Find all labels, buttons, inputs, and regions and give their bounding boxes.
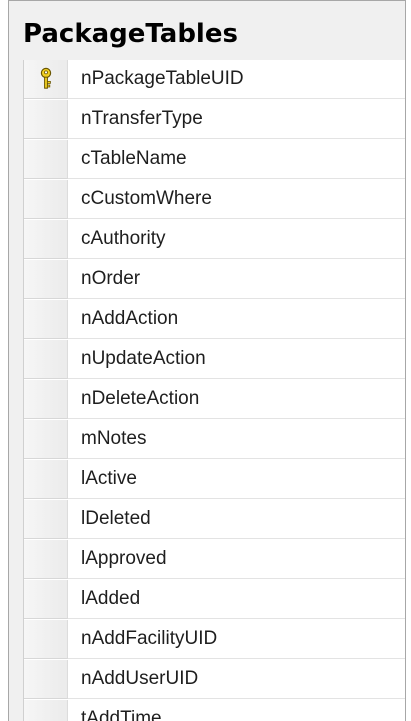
column-name-cell[interactable]: nTransferType <box>68 100 405 139</box>
table-row[interactable]: nOrder <box>24 260 405 300</box>
row-selector[interactable] <box>24 500 68 539</box>
column-name-cell[interactable]: nAddUserUID <box>68 660 405 699</box>
column-name-cell[interactable]: tAddTime <box>68 700 405 721</box>
row-selector[interactable] <box>24 420 68 459</box>
column-name: nAddAction <box>81 308 179 329</box>
column-name: tAddTime <box>81 708 162 721</box>
column-name-cell[interactable]: nAddAction <box>68 300 405 339</box>
row-selector[interactable] <box>24 260 68 299</box>
primary-key-icon <box>40 67 52 89</box>
table-row[interactable]: lAdded <box>24 580 405 620</box>
column-name: nAddFacilityUID <box>81 628 218 649</box>
column-name: nAddUserUID <box>81 668 199 689</box>
column-name: nPackageTableUID <box>81 68 244 89</box>
row-selector[interactable] <box>24 460 68 499</box>
column-name: nDeleteAction <box>81 388 200 409</box>
row-selector[interactable] <box>24 220 68 259</box>
row-selector[interactable] <box>24 60 68 99</box>
column-name: cCustomWhere <box>81 188 212 209</box>
table-row[interactable]: nAddUserUID <box>24 660 405 700</box>
table-row[interactable]: tAddTime <box>24 700 405 721</box>
column-name: lAdded <box>81 588 141 609</box>
column-name-cell[interactable]: lApproved <box>68 540 405 579</box>
table-row[interactable]: mNotes <box>24 420 405 460</box>
table-row[interactable]: nTransferType <box>24 100 405 140</box>
column-name-cell[interactable]: mNotes <box>68 420 405 459</box>
row-selector[interactable] <box>24 300 68 339</box>
column-name: cAuthority <box>81 228 166 249</box>
table-row[interactable]: lActive <box>24 460 405 500</box>
column-list: nPackageTableUID nTransferType cTableNam… <box>23 60 405 721</box>
table-row[interactable]: cCustomWhere <box>24 180 405 220</box>
column-name: mNotes <box>81 428 147 449</box>
row-selector[interactable] <box>24 660 68 699</box>
column-name-cell[interactable]: nOrder <box>68 260 405 299</box>
row-selector[interactable] <box>24 580 68 619</box>
table-row[interactable]: nDeleteAction <box>24 380 405 420</box>
column-name-cell[interactable]: cCustomWhere <box>68 180 405 219</box>
column-name-cell[interactable]: nDeleteAction <box>68 380 405 419</box>
column-name: lApproved <box>81 548 167 569</box>
column-name-cell[interactable]: nUpdateAction <box>68 340 405 379</box>
column-name-cell[interactable]: lDeleted <box>68 500 405 539</box>
row-selector[interactable] <box>24 340 68 379</box>
column-name-cell[interactable]: cTableName <box>68 140 405 179</box>
table-row[interactable]: cAuthority <box>24 220 405 260</box>
table-row[interactable]: nUpdateAction <box>24 340 405 380</box>
row-selector[interactable] <box>24 620 68 659</box>
row-selector[interactable] <box>24 540 68 579</box>
table-row[interactable]: nPackageTableUID <box>24 60 405 100</box>
column-name: cTableName <box>81 148 187 169</box>
table-designer-window: PackageTables nPackageTableUID nTransfer… <box>8 0 406 721</box>
column-name: nUpdateAction <box>81 348 206 369</box>
column-name: nTransferType <box>81 108 203 129</box>
column-name-cell[interactable]: nAddFacilityUID <box>68 620 405 659</box>
table-row[interactable]: lApproved <box>24 540 405 580</box>
column-name: lDeleted <box>81 508 151 529</box>
row-selector[interactable] <box>24 140 68 179</box>
column-name: nOrder <box>81 268 141 289</box>
column-name-cell[interactable]: nPackageTableUID <box>68 60 405 99</box>
column-name-cell[interactable]: lActive <box>68 460 405 499</box>
row-selector[interactable] <box>24 380 68 419</box>
table-row[interactable]: nAddAction <box>24 300 405 340</box>
column-name-cell[interactable]: cAuthority <box>68 220 405 259</box>
table-row[interactable]: nAddFacilityUID <box>24 620 405 660</box>
column-name: lActive <box>81 468 137 489</box>
row-selector[interactable] <box>24 180 68 219</box>
table-row[interactable]: cTableName <box>24 140 405 180</box>
table-title: PackageTables <box>23 19 238 49</box>
table-row[interactable]: lDeleted <box>24 500 405 540</box>
row-selector[interactable] <box>24 700 68 721</box>
row-selector[interactable] <box>24 100 68 139</box>
column-name-cell[interactable]: lAdded <box>68 580 405 619</box>
